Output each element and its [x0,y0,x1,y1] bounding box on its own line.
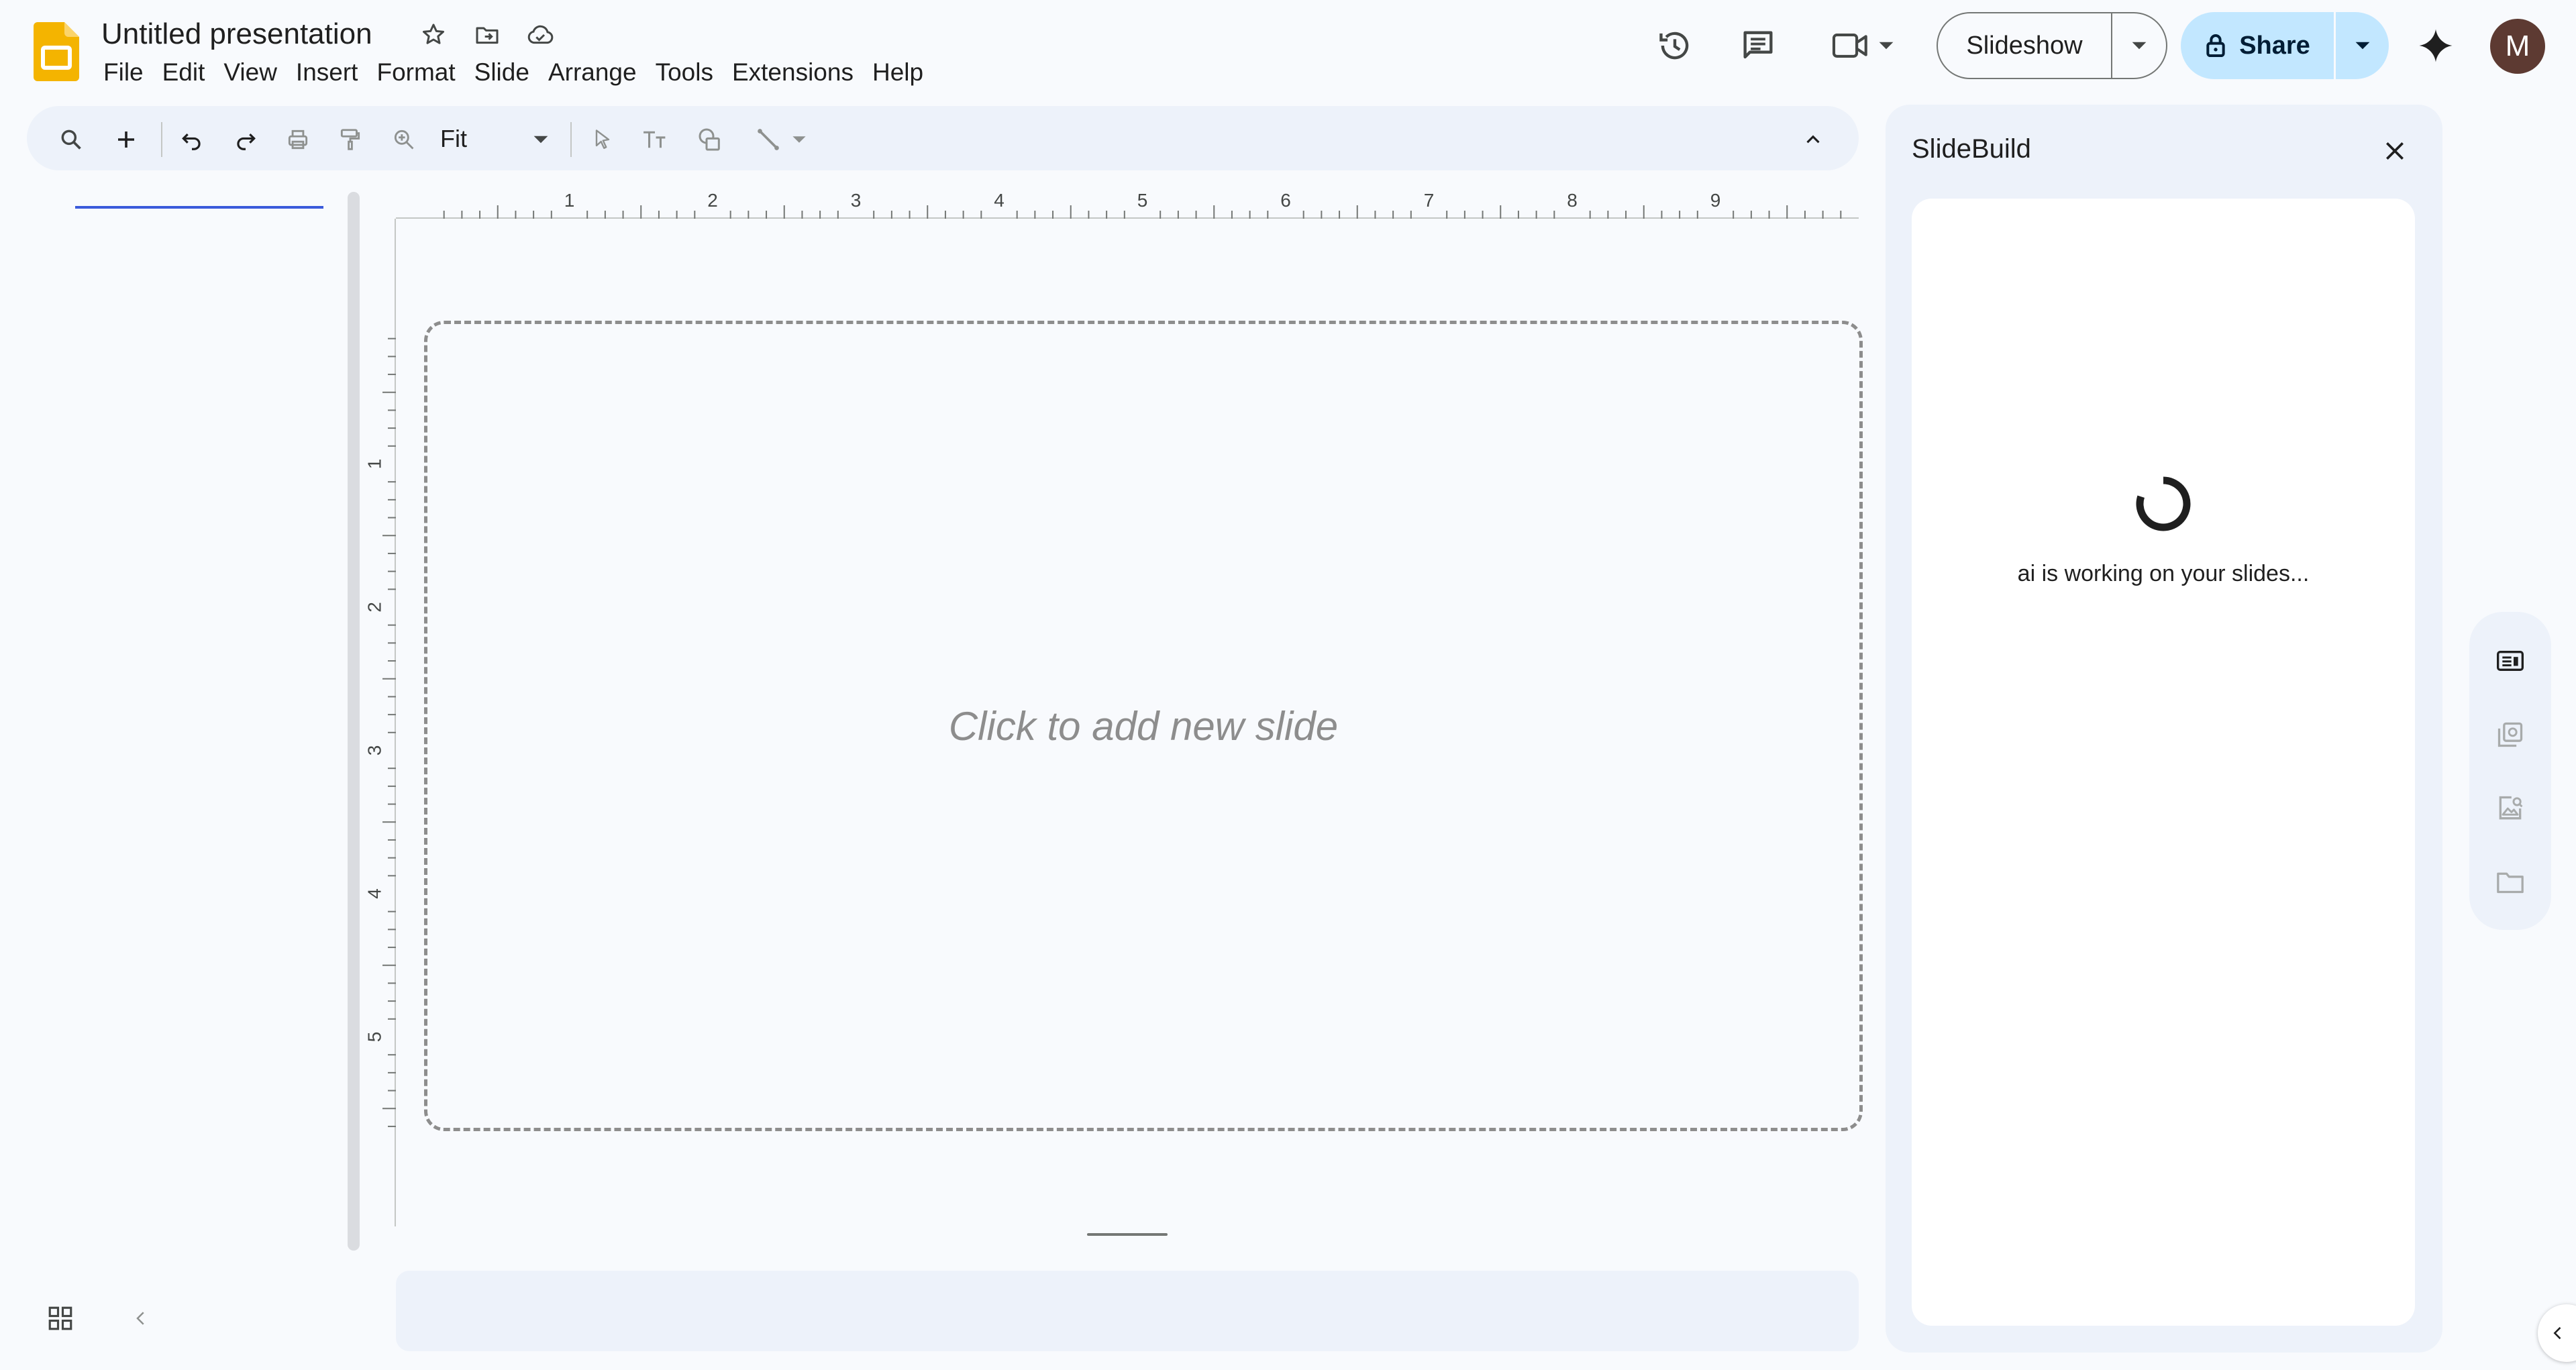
slides-logo[interactable] [34,22,79,81]
share-options-button[interactable] [2336,12,2389,79]
ruler-label: 2 [364,602,384,613]
ruler-label: 2 [707,190,718,211]
new-slide-plus-icon[interactable] [107,121,145,158]
slide-library-icon[interactable] [2487,711,2534,758]
grid-view-icon[interactable] [40,1298,81,1338]
search-menus-icon[interactable] [52,121,90,158]
folder-icon[interactable] [2487,859,2534,906]
collapse-filmstrip-chevron-left-icon[interactable] [121,1298,161,1338]
filmstrip-scrollbar[interactable] [348,192,360,1251]
ruler-label: 7 [1424,190,1435,211]
close-panel-icon[interactable] [2371,127,2418,174]
account-avatar[interactable]: M [2490,19,2545,74]
zoom-select[interactable]: Fit [440,125,467,153]
gemini-sparkle-icon[interactable] [2409,19,2463,72]
menu-edit[interactable]: Edit [153,55,215,90]
menu-bar: File Edit View Insert Format Slide Arran… [94,55,933,90]
star-icon[interactable] [417,19,450,51]
filmstrip-drop-indicator [75,206,323,209]
horizontal-ruler: 1 2 3 4 5 6 7 8 9 [443,190,1842,219]
line-icon[interactable] [743,121,817,158]
chevron-down-icon [2132,42,2147,50]
document-title[interactable]: Untitled presentation [101,16,372,52]
menu-extensions[interactable]: Extensions [723,55,863,90]
menu-slide[interactable]: Slide [465,55,539,90]
paint-format-icon[interactable] [331,121,369,158]
ruler-label: 4 [994,190,1004,211]
add-new-slide-placeholder[interactable]: Click to add new slide [424,321,1863,1131]
share-label: Share [2239,31,2310,60]
menu-format[interactable]: Format [367,55,464,90]
text-layout-icon[interactable] [2487,637,2534,684]
slideshow-button[interactable]: Slideshow [1938,13,2112,78]
share-button-group: Share [2181,12,2389,79]
redo-icon[interactable] [227,121,264,158]
speaker-notes-area[interactable] [396,1271,1859,1351]
speaker-notes-resize-handle[interactable] [1087,1233,1168,1236]
collapse-toolbar-chevron-up-icon[interactable] [1794,121,1832,158]
side-panel-status: ai is working on your slides... [2017,561,2310,586]
menu-view[interactable]: View [214,55,287,90]
image-search-icon[interactable] [2487,785,2534,832]
cloud-saved-icon[interactable] [525,19,557,51]
undo-icon[interactable] [173,121,211,158]
menu-help[interactable]: Help [863,55,933,90]
slideshow-button-group: Slideshow [1937,12,2167,79]
print-icon[interactable] [279,121,317,158]
ruler-label: 3 [851,190,862,211]
ruler-label: 5 [1137,190,1148,211]
side-panel-title: SlideBuild [1912,134,2031,164]
add-slide-prompt: Click to add new slide [948,703,1339,749]
slideshow-options-button[interactable] [2112,13,2166,78]
share-button[interactable]: Share [2181,12,2336,79]
shape-icon[interactable] [691,121,729,158]
zoom-icon[interactable] [385,121,423,158]
menu-tools[interactable]: Tools [646,55,723,90]
toolbar-divider [161,122,162,157]
ruler-label: 8 [1567,190,1578,211]
menu-insert[interactable]: Insert [287,55,368,90]
menu-arrange[interactable]: Arrange [539,55,646,90]
meet-video-icon[interactable] [1822,19,1903,72]
ruler-label: 4 [364,888,384,899]
lock-icon [2206,34,2225,58]
side-panel-content [1912,199,2415,1326]
ruler-label: 9 [1710,190,1721,211]
version-history-icon[interactable] [1648,19,1702,72]
ruler-label: 1 [564,190,575,211]
ruler-label: 5 [364,1032,384,1043]
ruler-label: 1 [364,459,384,470]
select-cursor-icon[interactable] [584,121,621,158]
loading-spinner-icon [2136,476,2191,531]
comments-icon[interactable] [1731,19,1785,72]
ruler-label: 6 [1280,190,1291,211]
menu-file[interactable]: File [94,55,153,90]
text-box-icon[interactable] [636,121,674,158]
zoom-dropdown-arrow-icon[interactable] [522,121,560,158]
vertical-ruler: 1 2 3 4 5 [364,337,396,1127]
move-to-folder-icon[interactable] [471,19,503,51]
chevron-down-icon [2355,42,2369,50]
ruler-label: 3 [364,745,384,756]
toolbar-divider [570,122,572,157]
expand-side-panel-chevron-left-icon[interactable] [2538,1304,2576,1362]
